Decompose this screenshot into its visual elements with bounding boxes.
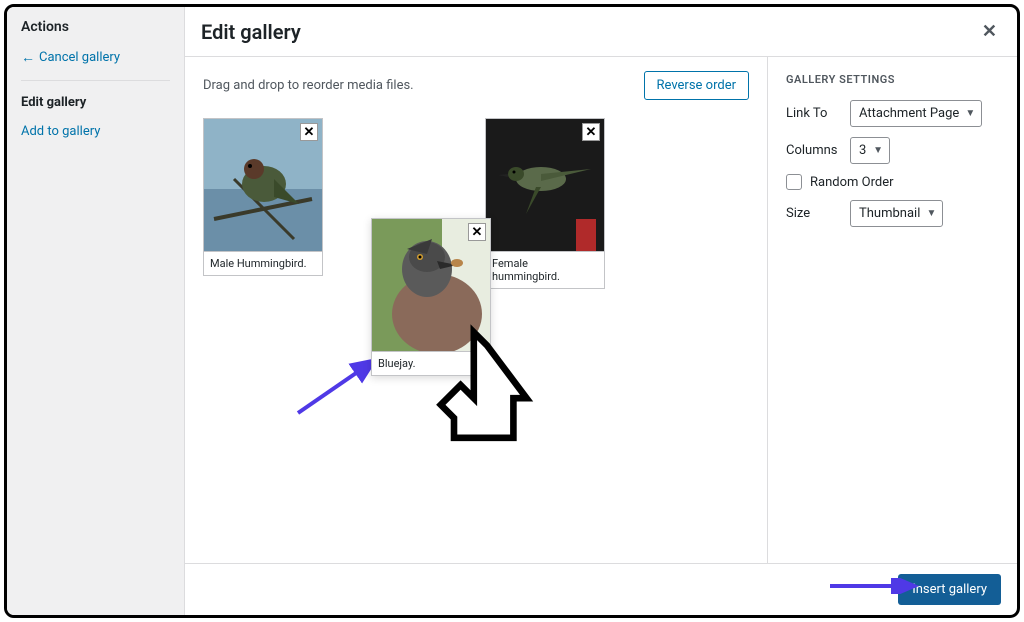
instructions-text: Drag and drop to reorder media files.	[203, 78, 414, 93]
cancel-gallery-link[interactable]: ← Cancel gallery	[21, 49, 170, 66]
gallery-settings-panel: GALLERY SETTINGS Link To Attachment Page…	[767, 57, 1017, 563]
setting-size: Size Thumbnail ▼	[786, 200, 999, 227]
modal-header: Edit gallery ✕	[185, 7, 1017, 57]
setting-columns: Columns 3 ▼	[786, 137, 999, 164]
gallery-caption[interactable]: Female hummingbird.	[486, 251, 604, 288]
setting-label: Random Order	[810, 175, 894, 190]
random-order-checkbox[interactable]	[786, 174, 802, 190]
close-icon: ✕	[304, 125, 315, 140]
sidebar: Actions ← Cancel gallery Edit gallery Ad…	[7, 7, 185, 615]
arrow-left-icon: ←	[21, 49, 35, 66]
link-to-select[interactable]: Attachment Page ▼	[850, 100, 982, 127]
remove-item-button[interactable]: ✕	[582, 123, 600, 141]
gallery-caption[interactable]: Male Hummingbird.	[204, 251, 322, 275]
gallery-item-dragging[interactable]: ✕ Bluejay.	[371, 218, 491, 376]
gallery-grid[interactable]: ✕ Male Hummingbird.	[203, 118, 749, 478]
main-panel: Edit gallery ✕ Drag and drop to reorder …	[185, 7, 1017, 615]
cancel-gallery-label: Cancel gallery	[39, 50, 120, 65]
sidebar-item-add-to-gallery[interactable]: Add to gallery	[21, 124, 170, 139]
setting-label: Columns	[786, 143, 842, 158]
sidebar-title: Actions	[21, 19, 170, 35]
select-value: Thumbnail	[859, 206, 920, 221]
gallery-thumbnail[interactable]: ✕	[204, 119, 322, 251]
setting-label: Link To	[786, 106, 842, 121]
modal-footer: Insert gallery	[185, 563, 1017, 615]
chevron-down-icon: ▼	[965, 108, 975, 119]
remove-item-button[interactable]: ✕	[300, 123, 318, 141]
gallery-thumbnail[interactable]: ✕	[486, 119, 604, 251]
insert-gallery-button[interactable]: Insert gallery	[898, 574, 1001, 605]
size-select[interactable]: Thumbnail ▼	[850, 200, 943, 227]
settings-heading: GALLERY SETTINGS	[786, 73, 999, 86]
columns-select[interactable]: 3 ▼	[850, 137, 890, 164]
select-value: Attachment Page	[859, 106, 959, 121]
gallery-item[interactable]: ✕ Male Hummingbird.	[203, 118, 323, 276]
setting-label: Size	[786, 206, 842, 221]
gallery-thumbnail[interactable]: ✕	[372, 219, 490, 351]
remove-item-button[interactable]: ✕	[468, 223, 486, 241]
sidebar-item-edit-gallery[interactable]: Edit gallery	[21, 95, 170, 110]
gallery-item[interactable]: ✕ Female hummingbird.	[485, 118, 605, 289]
close-icon: ✕	[472, 225, 483, 240]
setting-random-order: Random Order	[786, 174, 999, 190]
chevron-down-icon: ▼	[926, 208, 936, 219]
setting-link-to: Link To Attachment Page ▼	[786, 100, 999, 127]
gallery-caption[interactable]: Bluejay.	[372, 351, 490, 375]
reverse-order-button[interactable]: Reverse order	[644, 71, 750, 100]
page-title: Edit gallery	[201, 20, 301, 44]
edit-gallery-modal: Actions ← Cancel gallery Edit gallery Ad…	[4, 4, 1020, 618]
chevron-down-icon: ▼	[873, 145, 883, 156]
gallery-toolbar: Drag and drop to reorder media files. Re…	[203, 71, 749, 100]
close-button[interactable]: ✕	[978, 17, 1001, 46]
content-row: Drag and drop to reorder media files. Re…	[185, 57, 1017, 563]
select-value: 3	[859, 143, 866, 158]
close-icon: ✕	[586, 125, 597, 140]
gallery-area: Drag and drop to reorder media files. Re…	[185, 57, 767, 563]
divider	[21, 80, 170, 81]
